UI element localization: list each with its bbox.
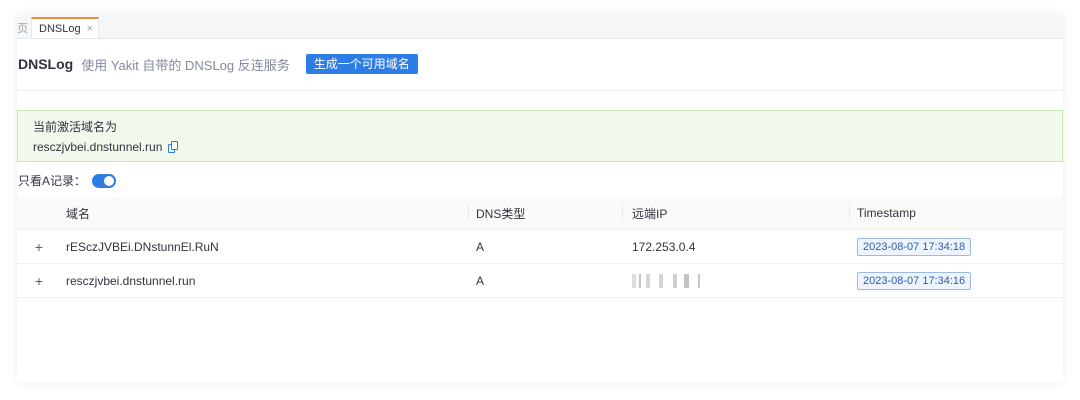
expand-row-icon[interactable]: + — [32, 230, 46, 263]
expand-row-icon[interactable]: + — [32, 264, 46, 297]
redacted-ip — [632, 273, 712, 288]
dns-log-table: 域名 DNS类型 远端IP Timestamp + rESczJVBEi.DNs… — [17, 197, 1063, 298]
divider — [17, 90, 1063, 91]
row-domain: rESczJVBEi.DNstunnEl.RuN — [66, 239, 219, 254]
table-header: 域名 DNS类型 远端IP Timestamp — [17, 197, 1063, 230]
tab-bar: 页 DNSLog × — [17, 14, 1063, 39]
column-header-remote-ip: 远端IP — [632, 206, 668, 221]
row-timestamp-cell: 2023-08-07 17:34:18 — [857, 230, 972, 263]
active-domain-label: 当前激活域名为 — [33, 120, 118, 134]
row-timestamp-cell: 2023-08-07 17:34:16 — [857, 264, 972, 297]
page-title: DNSLog — [18, 56, 74, 72]
tab-dnslog[interactable]: DNSLog × — [31, 17, 99, 38]
row-dns-type: A — [476, 239, 485, 254]
tab-dnslog-label: DNSLog — [39, 22, 81, 35]
active-domain-value: resczjvbei.dnstunnel.run — [33, 140, 163, 154]
column-header-timestamp: Timestamp — [857, 206, 916, 220]
a-record-filter: 只看A记录： — [18, 172, 117, 189]
table-row[interactable]: + rESczJVBEi.DNstunnEl.RuN A 172.253.0.4… — [17, 230, 1063, 264]
timestamp-badge: 2023-08-07 17:34:16 — [857, 271, 972, 290]
column-divider — [849, 205, 850, 221]
table-row[interactable]: + resczjvbei.dnstunnel.run A 2023-08-07 … — [17, 264, 1063, 298]
column-header-domain: 域名 — [66, 206, 91, 221]
column-divider — [622, 205, 623, 221]
tab-previous[interactable]: 页 — [17, 20, 28, 36]
column-divider — [468, 205, 469, 221]
close-icon[interactable]: × — [87, 23, 93, 35]
copy-icon[interactable] — [168, 141, 179, 153]
toggle-knob — [104, 175, 115, 186]
row-dns-type: A — [476, 273, 485, 288]
page-description: 使用 Yakit 自带的 DNSLog 反连服务 — [81, 57, 290, 73]
row-remote-ip-obscured — [632, 264, 712, 297]
row-domain: resczjvbei.dnstunnel.run — [66, 273, 196, 288]
a-record-toggle[interactable] — [92, 173, 117, 188]
row-remote-ip: 172.253.0.4 — [632, 239, 696, 254]
generate-domain-button[interactable]: 生成一个可用域名 — [305, 54, 418, 74]
app-window: 页 DNSLog × DNSLog 使用 Yakit 自带的 DNSLog 反连… — [17, 14, 1063, 382]
timestamp-badge: 2023-08-07 17:34:18 — [857, 237, 972, 256]
page-header: DNSLog 使用 Yakit 自带的 DNSLog 反连服务 生成一个可用域名 — [17, 52, 418, 76]
a-record-filter-label: 只看A记录： — [18, 174, 87, 188]
active-domain-alert: 当前激活域名为 resczjvbei.dnstunnel.run — [17, 110, 1063, 162]
column-header-dns-type: DNS类型 — [476, 206, 526, 221]
